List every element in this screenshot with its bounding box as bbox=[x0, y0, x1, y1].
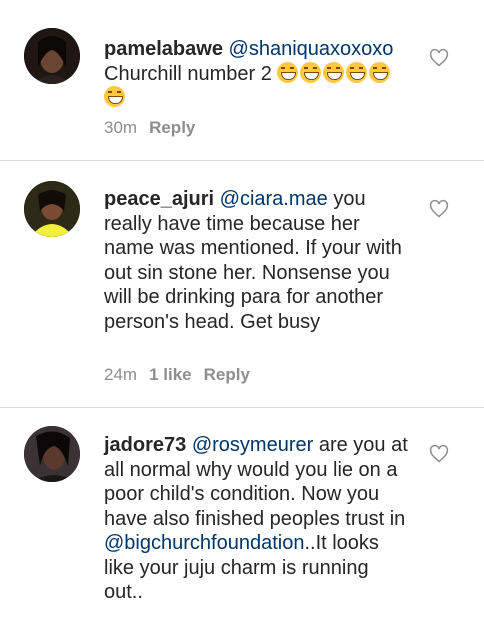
laughing-emoji-icon bbox=[277, 61, 299, 83]
reply-button[interactable]: Reply bbox=[204, 365, 250, 384]
heart-outline-icon[interactable] bbox=[429, 48, 449, 68]
comment-text: jadore73 @rosymeurer are you at all norm… bbox=[104, 433, 410, 605]
heart-outline-icon[interactable] bbox=[429, 444, 449, 464]
laughing-emoji-icon bbox=[104, 86, 125, 107]
username[interactable]: peace_ajuri bbox=[104, 188, 214, 210]
mention-link[interactable]: @bigchurchfoundation bbox=[104, 532, 304, 554]
mention-link[interactable]: @rosymeurer bbox=[192, 434, 313, 456]
avatar[interactable] bbox=[24, 28, 80, 84]
username[interactable]: pamelabawe bbox=[104, 38, 223, 60]
comment-message: Churchill number 2 bbox=[104, 62, 272, 85]
laughing-emoji-icon bbox=[369, 61, 391, 83]
comment-item: peace_ajuri @ciara.mae you really have t… bbox=[0, 161, 484, 407]
comment-item: pamelabawe @shaniquaxoxoxo Churchill num… bbox=[0, 0, 484, 160]
mention-link[interactable]: @shaniquaxoxoxo bbox=[229, 38, 394, 60]
comment-text: pamelabawe @shaniquaxoxoxo Churchill num… bbox=[104, 37, 410, 111]
timestamp: 24m bbox=[104, 365, 138, 384]
reply-button[interactable]: Reply bbox=[149, 118, 195, 137]
comment-item: jadore73 @rosymeurer are you at all norm… bbox=[0, 408, 484, 628]
likes-count[interactable]: 1 like bbox=[149, 365, 192, 384]
laughing-emoji-icon bbox=[300, 61, 322, 83]
heart-outline-icon[interactable] bbox=[429, 199, 449, 219]
avatar[interactable] bbox=[24, 181, 80, 237]
timestamp: 30m bbox=[104, 118, 138, 137]
laughing-emoji-icon bbox=[346, 61, 368, 83]
comment-meta: 30m Reply bbox=[104, 118, 207, 138]
username[interactable]: jadore73 bbox=[104, 434, 186, 456]
comment-meta: 24m 1 like Reply bbox=[104, 365, 262, 385]
comment-text: peace_ajuri @ciara.mae you really have t… bbox=[104, 187, 410, 334]
mention-link[interactable]: @ciara.mae bbox=[220, 188, 328, 210]
laughing-emoji-icon bbox=[323, 61, 345, 83]
avatar[interactable] bbox=[24, 426, 80, 482]
